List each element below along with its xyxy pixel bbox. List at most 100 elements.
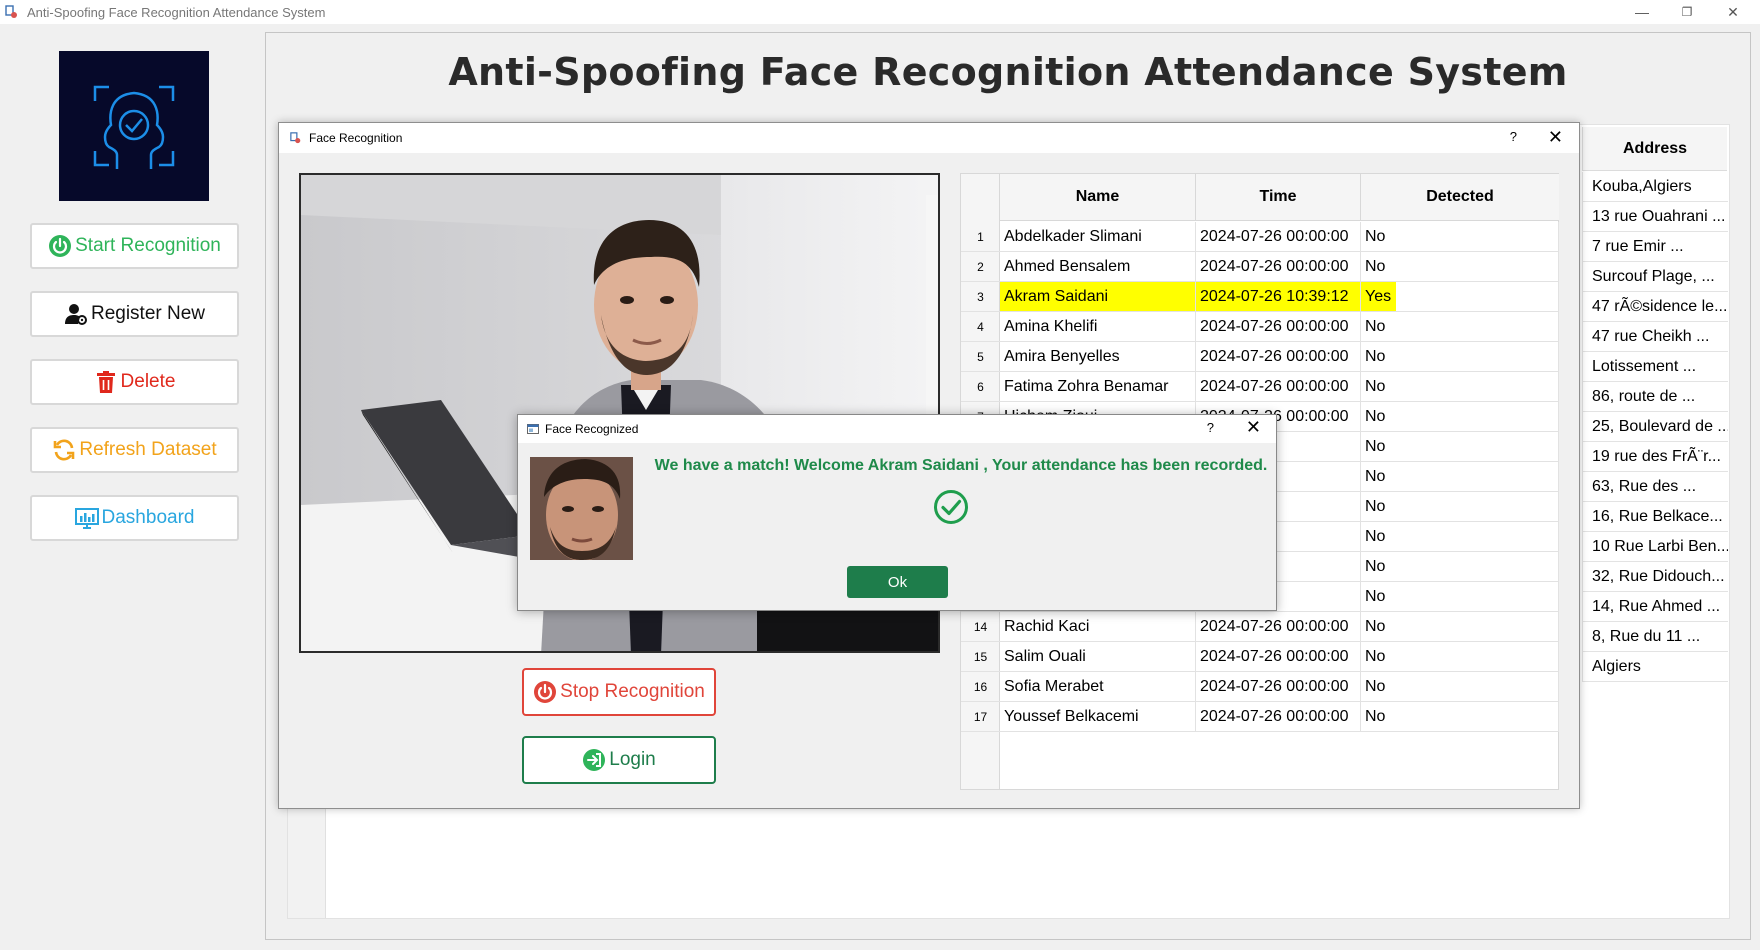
detected-cell[interactable]: No <box>1361 582 1559 612</box>
name-cell[interactable]: Rachid Kaci <box>1000 612 1196 642</box>
detected-cell[interactable]: No <box>1361 672 1559 702</box>
delete-button[interactable]: Delete <box>30 359 239 405</box>
address-column-header[interactable]: Address <box>1582 127 1727 171</box>
detected-cell[interactable]: No <box>1361 612 1559 642</box>
time-cell[interactable]: 2024-07-26 00:00:00 <box>1196 672 1361 702</box>
detected-cell[interactable]: No <box>1361 432 1559 462</box>
detected-cell[interactable]: No <box>1361 492 1559 522</box>
help-button[interactable]: ? <box>1207 420 1214 435</box>
detected-cell[interactable]: No <box>1361 522 1559 552</box>
address-cell[interactable]: 32, Rue Didouch... <box>1582 562 1728 592</box>
detected-cell[interactable]: No <box>1361 252 1559 282</box>
detected-cell[interactable]: No <box>1361 702 1559 732</box>
row-number[interactable]: 6 <box>961 372 1000 402</box>
time-cell[interactable]: 2024-07-26 00:00:00 <box>1196 702 1361 732</box>
row-number[interactable]: 2 <box>961 252 1000 282</box>
address-cell[interactable]: 63, Rue des ... <box>1582 472 1728 502</box>
detected-cell[interactable]: No <box>1361 462 1559 492</box>
row-number[interactable]: 16 <box>961 672 1000 702</box>
dashboard-label: Dashboard <box>101 507 195 528</box>
face-thumbnail-image <box>530 457 633 560</box>
time-cell[interactable]: 2024-07-26 00:00:00 <box>1196 612 1361 642</box>
row-number[interactable]: 17 <box>961 702 1000 732</box>
name-cell[interactable]: Sofia Merabet <box>1000 672 1196 702</box>
address-cell[interactable]: 16, Rue Belkace... <box>1582 502 1728 532</box>
address-cell[interactable]: 8, Rue du 11 ... <box>1582 622 1728 652</box>
table-row[interactable]: 16 Sofia Merabet 2024-07-26 00:00:00 No <box>961 672 1559 702</box>
address-cell[interactable]: 47 rÃ©sidence le... <box>1582 292 1728 322</box>
detected-cell[interactable]: No <box>1361 552 1559 582</box>
table-row[interactable]: 15 Salim Ouali 2024-07-26 00:00:00 No <box>961 642 1559 672</box>
row-number[interactable]: 1 <box>961 222 1000 252</box>
window-close-button[interactable]: ✕ <box>1710 0 1756 24</box>
face-recognized-close-button[interactable]: ✕ <box>1246 417 1261 438</box>
detected-cell[interactable]: No <box>1361 642 1559 672</box>
refresh-icon <box>54 439 75 461</box>
time-cell[interactable]: 2024-07-26 10:39:12 <box>1196 282 1361 312</box>
table-row[interactable]: 4 Amina Khelifi 2024-07-26 00:00:00 No <box>961 312 1559 342</box>
table-row[interactable]: 1 Abdelkader Slimani 2024-07-26 00:00:00 No <box>961 222 1559 252</box>
address-cell[interactable]: 25, Boulevard de ... <box>1582 412 1728 442</box>
name-cell[interactable]: Abdelkader Slimani <box>1000 222 1196 252</box>
start-recognition-button[interactable]: Start Recognition <box>30 223 239 269</box>
detected-cell[interactable]: No <box>1361 402 1559 432</box>
name-cell[interactable]: Ahmed Bensalem <box>1000 252 1196 282</box>
table-row[interactable]: 2 Ahmed Bensalem 2024-07-26 00:00:00 No <box>961 252 1559 282</box>
detected-cell[interactable]: No <box>1361 342 1559 372</box>
login-button[interactable]: Login <box>522 736 716 784</box>
detected-cell[interactable]: No <box>1361 372 1559 402</box>
time-cell[interactable]: 2024-07-26 00:00:00 <box>1196 222 1361 252</box>
table-row[interactable]: 14 Rachid Kaci 2024-07-26 00:00:00 No <box>961 612 1559 642</box>
column-header-detected[interactable]: Detected <box>1361 174 1559 221</box>
address-cell[interactable]: Algiers <box>1582 652 1728 682</box>
register-new-button[interactable]: Register New <box>30 291 239 337</box>
time-cell[interactable]: 2024-07-26 00:00:00 <box>1196 252 1361 282</box>
row-number[interactable]: 4 <box>961 312 1000 342</box>
row-number[interactable]: 5 <box>961 342 1000 372</box>
column-header-name[interactable]: Name <box>1000 174 1196 221</box>
table-row[interactable]: 5 Amira Benyelles 2024-07-26 00:00:00 No <box>961 342 1559 372</box>
address-cell[interactable]: 14, Rue Ahmed ... <box>1582 592 1728 622</box>
column-header-time[interactable]: Time <box>1196 174 1361 221</box>
restore-button[interactable]: ❐ <box>1664 0 1710 24</box>
address-cell[interactable]: Kouba,Algiers <box>1582 172 1728 202</box>
name-cell[interactable]: Amira Benyelles <box>1000 342 1196 372</box>
detected-cell[interactable]: No <box>1361 222 1559 252</box>
window-titlebar: Anti-Spoofing Face Recognition Attendanc… <box>0 0 1760 24</box>
ok-button[interactable]: Ok <box>847 566 948 598</box>
detected-cell[interactable]: No <box>1361 312 1559 342</box>
address-cell[interactable]: Lotissement ... <box>1582 352 1728 382</box>
face-recognized-dialog: Face Recognized ? ✕ We have a match! Wel… <box>517 414 1277 611</box>
table-row[interactable]: 17 Youssef Belkacemi 2024-07-26 00:00:00 No <box>961 702 1559 732</box>
help-button[interactable]: ? <box>1510 129 1517 144</box>
time-cell[interactable]: 2024-07-26 00:00:00 <box>1196 312 1361 342</box>
detected-cell[interactable]: Yes <box>1361 282 1559 312</box>
address-cell[interactable]: Surcouf Plage, ... <box>1582 262 1728 292</box>
minimize-button[interactable]: — <box>1619 0 1665 24</box>
row-number[interactable]: 3 <box>961 282 1000 312</box>
name-cell[interactable]: Fatima Zohra Benamar <box>1000 372 1196 402</box>
name-cell[interactable]: Amina Khelifi <box>1000 312 1196 342</box>
address-cell[interactable]: 19 rue des FrÃ¨r... <box>1582 442 1728 472</box>
row-number[interactable]: 14 <box>961 612 1000 642</box>
matched-face-photo <box>530 457 633 560</box>
name-cell[interactable]: Akram Saidani <box>1000 282 1196 312</box>
stop-recognition-button[interactable]: Stop Recognition <box>522 668 716 716</box>
name-cell[interactable]: Youssef Belkacemi <box>1000 702 1196 732</box>
dashboard-button[interactable]: Dashboard <box>30 495 239 541</box>
address-cell[interactable]: 47 rue Cheikh ... <box>1582 322 1728 352</box>
dashboard-icon <box>74 508 99 529</box>
name-cell[interactable]: Salim Ouali <box>1000 642 1196 672</box>
address-cell[interactable]: 10 Rue Larbi Ben... <box>1582 532 1728 562</box>
address-cell[interactable]: 7 rue Emir ... <box>1582 232 1728 262</box>
refresh-dataset-button[interactable]: Refresh Dataset <box>30 427 239 473</box>
face-recognition-close-button[interactable]: ✕ <box>1548 127 1563 148</box>
time-cell[interactable]: 2024-07-26 00:00:00 <box>1196 372 1361 402</box>
time-cell[interactable]: 2024-07-26 00:00:00 <box>1196 642 1361 672</box>
table-row[interactable]: 6 Fatima Zohra Benamar 2024-07-26 00:00:00… <box>961 372 1559 402</box>
table-row[interactable]: 3 Akram Saidani 2024-07-26 10:39:12 Yes <box>961 282 1559 312</box>
address-cell[interactable]: 13 rue Ouahrani ... <box>1582 202 1728 232</box>
time-cell[interactable]: 2024-07-26 00:00:00 <box>1196 342 1361 372</box>
row-number[interactable]: 15 <box>961 642 1000 672</box>
address-cell[interactable]: 86, route de ... <box>1582 382 1728 412</box>
